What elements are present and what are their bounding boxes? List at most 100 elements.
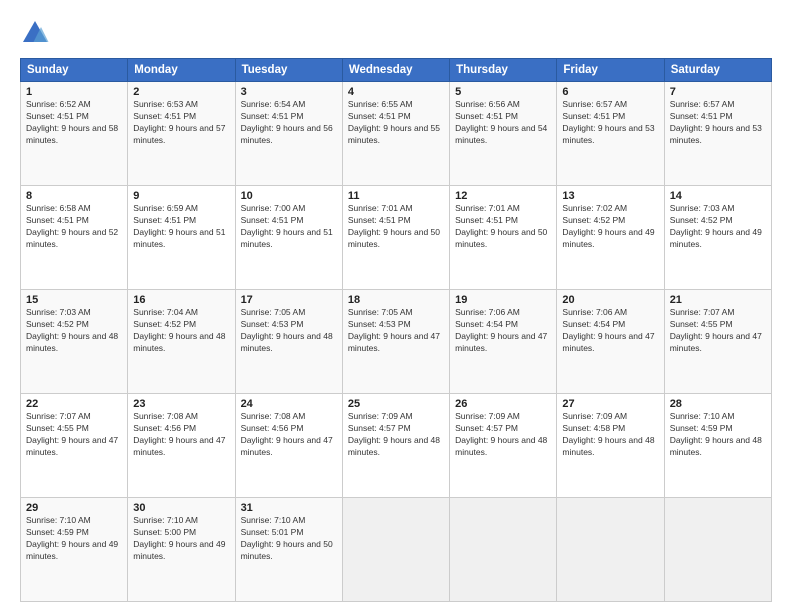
day-number: 19 bbox=[455, 294, 551, 306]
logo-icon bbox=[20, 18, 50, 48]
day-info: Sunrise: 7:08 AM Sunset: 4:56 PM Dayligh… bbox=[241, 411, 333, 457]
day-number: 24 bbox=[241, 398, 337, 410]
weekday-header-cell: Sunday bbox=[21, 59, 128, 82]
calendar-day-cell bbox=[450, 498, 557, 602]
day-number: 13 bbox=[562, 190, 658, 202]
day-number: 14 bbox=[670, 190, 766, 202]
day-number: 21 bbox=[670, 294, 766, 306]
day-number: 1 bbox=[26, 86, 122, 98]
weekday-header-cell: Tuesday bbox=[235, 59, 342, 82]
day-info: Sunrise: 6:57 AM Sunset: 4:51 PM Dayligh… bbox=[670, 99, 762, 145]
calendar-body: 1 Sunrise: 6:52 AM Sunset: 4:51 PM Dayli… bbox=[21, 82, 772, 602]
day-number: 6 bbox=[562, 86, 658, 98]
day-number: 18 bbox=[348, 294, 444, 306]
calendar-week-row: 29 Sunrise: 7:10 AM Sunset: 4:59 PM Dayl… bbox=[21, 498, 772, 602]
day-info: Sunrise: 6:56 AM Sunset: 4:51 PM Dayligh… bbox=[455, 99, 547, 145]
day-info: Sunrise: 6:53 AM Sunset: 4:51 PM Dayligh… bbox=[133, 99, 225, 145]
calendar-day-cell: 20 Sunrise: 7:06 AM Sunset: 4:54 PM Dayl… bbox=[557, 290, 664, 394]
calendar-day-cell: 28 Sunrise: 7:10 AM Sunset: 4:59 PM Dayl… bbox=[664, 394, 771, 498]
calendar-day-cell: 2 Sunrise: 6:53 AM Sunset: 4:51 PM Dayli… bbox=[128, 82, 235, 186]
day-info: Sunrise: 7:09 AM Sunset: 4:57 PM Dayligh… bbox=[348, 411, 440, 457]
calendar-day-cell: 22 Sunrise: 7:07 AM Sunset: 4:55 PM Dayl… bbox=[21, 394, 128, 498]
calendar-day-cell: 10 Sunrise: 7:00 AM Sunset: 4:51 PM Dayl… bbox=[235, 186, 342, 290]
weekday-header-cell: Friday bbox=[557, 59, 664, 82]
calendar-day-cell: 3 Sunrise: 6:54 AM Sunset: 4:51 PM Dayli… bbox=[235, 82, 342, 186]
calendar-table: SundayMondayTuesdayWednesdayThursdayFrid… bbox=[20, 58, 772, 602]
calendar-day-cell: 26 Sunrise: 7:09 AM Sunset: 4:57 PM Dayl… bbox=[450, 394, 557, 498]
day-number: 11 bbox=[348, 190, 444, 202]
day-number: 25 bbox=[348, 398, 444, 410]
calendar-day-cell: 30 Sunrise: 7:10 AM Sunset: 5:00 PM Dayl… bbox=[128, 498, 235, 602]
day-number: 5 bbox=[455, 86, 551, 98]
day-info: Sunrise: 7:03 AM Sunset: 4:52 PM Dayligh… bbox=[26, 307, 118, 353]
calendar-day-cell: 17 Sunrise: 7:05 AM Sunset: 4:53 PM Dayl… bbox=[235, 290, 342, 394]
calendar-day-cell: 21 Sunrise: 7:07 AM Sunset: 4:55 PM Dayl… bbox=[664, 290, 771, 394]
calendar-day-cell bbox=[664, 498, 771, 602]
day-number: 4 bbox=[348, 86, 444, 98]
day-info: Sunrise: 6:57 AM Sunset: 4:51 PM Dayligh… bbox=[562, 99, 654, 145]
calendar-day-cell: 7 Sunrise: 6:57 AM Sunset: 4:51 PM Dayli… bbox=[664, 82, 771, 186]
calendar-day-cell: 31 Sunrise: 7:10 AM Sunset: 5:01 PM Dayl… bbox=[235, 498, 342, 602]
day-info: Sunrise: 7:04 AM Sunset: 4:52 PM Dayligh… bbox=[133, 307, 225, 353]
day-number: 26 bbox=[455, 398, 551, 410]
calendar-day-cell: 11 Sunrise: 7:01 AM Sunset: 4:51 PM Dayl… bbox=[342, 186, 449, 290]
calendar-day-cell: 5 Sunrise: 6:56 AM Sunset: 4:51 PM Dayli… bbox=[450, 82, 557, 186]
day-info: Sunrise: 7:00 AM Sunset: 4:51 PM Dayligh… bbox=[241, 203, 333, 249]
day-number: 30 bbox=[133, 502, 229, 514]
day-number: 7 bbox=[670, 86, 766, 98]
day-number: 23 bbox=[133, 398, 229, 410]
calendar-week-row: 8 Sunrise: 6:58 AM Sunset: 4:51 PM Dayli… bbox=[21, 186, 772, 290]
day-number: 28 bbox=[670, 398, 766, 410]
day-number: 31 bbox=[241, 502, 337, 514]
calendar-day-cell: 25 Sunrise: 7:09 AM Sunset: 4:57 PM Dayl… bbox=[342, 394, 449, 498]
day-number: 16 bbox=[133, 294, 229, 306]
day-info: Sunrise: 6:58 AM Sunset: 4:51 PM Dayligh… bbox=[26, 203, 118, 249]
day-info: Sunrise: 7:06 AM Sunset: 4:54 PM Dayligh… bbox=[562, 307, 654, 353]
day-info: Sunrise: 6:52 AM Sunset: 4:51 PM Dayligh… bbox=[26, 99, 118, 145]
calendar-day-cell: 19 Sunrise: 7:06 AM Sunset: 4:54 PM Dayl… bbox=[450, 290, 557, 394]
day-info: Sunrise: 7:05 AM Sunset: 4:53 PM Dayligh… bbox=[348, 307, 440, 353]
calendar-day-cell: 16 Sunrise: 7:04 AM Sunset: 4:52 PM Dayl… bbox=[128, 290, 235, 394]
weekday-header: SundayMondayTuesdayWednesdayThursdayFrid… bbox=[21, 59, 772, 82]
header bbox=[20, 18, 772, 48]
calendar-day-cell: 8 Sunrise: 6:58 AM Sunset: 4:51 PM Dayli… bbox=[21, 186, 128, 290]
calendar-week-row: 15 Sunrise: 7:03 AM Sunset: 4:52 PM Dayl… bbox=[21, 290, 772, 394]
calendar-week-row: 1 Sunrise: 6:52 AM Sunset: 4:51 PM Dayli… bbox=[21, 82, 772, 186]
day-info: Sunrise: 7:10 AM Sunset: 4:59 PM Dayligh… bbox=[26, 515, 118, 561]
day-number: 10 bbox=[241, 190, 337, 202]
day-info: Sunrise: 6:55 AM Sunset: 4:51 PM Dayligh… bbox=[348, 99, 440, 145]
day-info: Sunrise: 6:59 AM Sunset: 4:51 PM Dayligh… bbox=[133, 203, 225, 249]
calendar-week-row: 22 Sunrise: 7:07 AM Sunset: 4:55 PM Dayl… bbox=[21, 394, 772, 498]
day-number: 22 bbox=[26, 398, 122, 410]
calendar-day-cell: 6 Sunrise: 6:57 AM Sunset: 4:51 PM Dayli… bbox=[557, 82, 664, 186]
calendar-day-cell: 9 Sunrise: 6:59 AM Sunset: 4:51 PM Dayli… bbox=[128, 186, 235, 290]
calendar-day-cell: 14 Sunrise: 7:03 AM Sunset: 4:52 PM Dayl… bbox=[664, 186, 771, 290]
day-number: 9 bbox=[133, 190, 229, 202]
day-number: 17 bbox=[241, 294, 337, 306]
day-number: 12 bbox=[455, 190, 551, 202]
day-number: 3 bbox=[241, 86, 337, 98]
day-info: Sunrise: 7:08 AM Sunset: 4:56 PM Dayligh… bbox=[133, 411, 225, 457]
day-info: Sunrise: 7:10 AM Sunset: 4:59 PM Dayligh… bbox=[670, 411, 762, 457]
calendar-day-cell: 23 Sunrise: 7:08 AM Sunset: 4:56 PM Dayl… bbox=[128, 394, 235, 498]
calendar-day-cell: 1 Sunrise: 6:52 AM Sunset: 4:51 PM Dayli… bbox=[21, 82, 128, 186]
day-info: Sunrise: 7:01 AM Sunset: 4:51 PM Dayligh… bbox=[455, 203, 547, 249]
day-info: Sunrise: 7:09 AM Sunset: 4:58 PM Dayligh… bbox=[562, 411, 654, 457]
calendar-day-cell: 29 Sunrise: 7:10 AM Sunset: 4:59 PM Dayl… bbox=[21, 498, 128, 602]
day-info: Sunrise: 7:07 AM Sunset: 4:55 PM Dayligh… bbox=[26, 411, 118, 457]
day-number: 8 bbox=[26, 190, 122, 202]
day-info: Sunrise: 7:10 AM Sunset: 5:00 PM Dayligh… bbox=[133, 515, 225, 561]
day-info: Sunrise: 7:09 AM Sunset: 4:57 PM Dayligh… bbox=[455, 411, 547, 457]
day-info: Sunrise: 7:03 AM Sunset: 4:52 PM Dayligh… bbox=[670, 203, 762, 249]
weekday-header-cell: Saturday bbox=[664, 59, 771, 82]
calendar-day-cell: 13 Sunrise: 7:02 AM Sunset: 4:52 PM Dayl… bbox=[557, 186, 664, 290]
day-info: Sunrise: 7:02 AM Sunset: 4:52 PM Dayligh… bbox=[562, 203, 654, 249]
calendar-day-cell bbox=[557, 498, 664, 602]
calendar-day-cell: 12 Sunrise: 7:01 AM Sunset: 4:51 PM Dayl… bbox=[450, 186, 557, 290]
day-info: Sunrise: 7:07 AM Sunset: 4:55 PM Dayligh… bbox=[670, 307, 762, 353]
calendar-day-cell: 24 Sunrise: 7:08 AM Sunset: 4:56 PM Dayl… bbox=[235, 394, 342, 498]
logo bbox=[20, 18, 56, 48]
day-info: Sunrise: 7:05 AM Sunset: 4:53 PM Dayligh… bbox=[241, 307, 333, 353]
page: SundayMondayTuesdayWednesdayThursdayFrid… bbox=[0, 0, 792, 612]
day-number: 2 bbox=[133, 86, 229, 98]
